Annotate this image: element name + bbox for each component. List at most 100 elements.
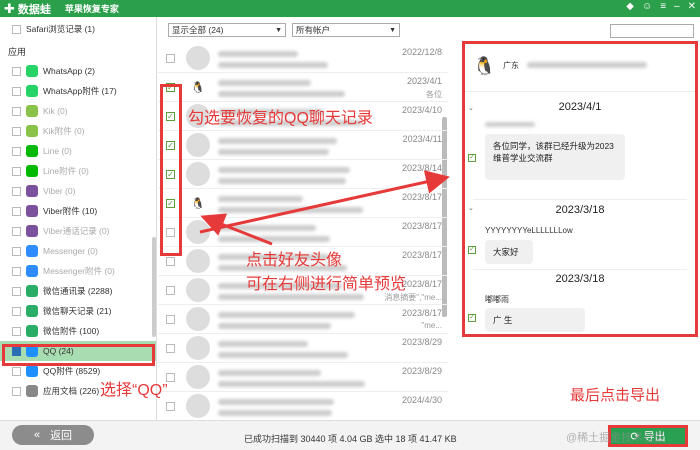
sidebar-item-label: 微信通讯录 (2288) bbox=[43, 286, 113, 296]
avatar[interactable] bbox=[186, 220, 210, 244]
watermark: @稀土掘金技术社区 bbox=[566, 432, 666, 444]
sidebar-item[interactable]: Messenger附件 (0) bbox=[0, 261, 156, 281]
list-item[interactable]: 2024/4/30 bbox=[158, 391, 448, 421]
row-checkbox[interactable] bbox=[166, 344, 175, 353]
row-date: 2023/8/17 bbox=[401, 192, 442, 202]
row-checkbox[interactable] bbox=[166, 286, 175, 295]
search-input[interactable] bbox=[610, 24, 694, 38]
checkbox[interactable] bbox=[12, 106, 21, 116]
sidebar-item[interactable]: WhatsApp附件 (17) bbox=[0, 81, 156, 101]
close-icon[interactable]: ✕ bbox=[688, 1, 696, 12]
row-date: 2023/4/11 bbox=[402, 134, 442, 144]
sidebar-item-label: 应用文档 (226) bbox=[43, 386, 100, 396]
list-item[interactable]: 2023/8/29 bbox=[158, 333, 448, 363]
sidebar-item-label: Viber通话记录 (0) bbox=[43, 226, 110, 236]
show-filter-select[interactable]: 显示全部 (24) ▼ bbox=[168, 23, 286, 37]
list-item[interactable]: ✓ 🐧 2023/8/17 bbox=[158, 188, 448, 218]
menu-icon[interactable]: ≡ bbox=[660, 1, 666, 12]
list-item[interactable]: ✓ 2023/8/14 bbox=[158, 159, 448, 189]
sidebar-item[interactable]: Line (0) bbox=[0, 141, 156, 161]
row-checkbox[interactable] bbox=[166, 257, 175, 266]
checkbox[interactable] bbox=[12, 266, 21, 276]
annotation-tick-qq: 勾选要恢复的QQ聊天记录 bbox=[188, 110, 373, 127]
sidebar-item[interactable]: 微信聊天记录 (21) bbox=[0, 301, 156, 321]
checkbox[interactable] bbox=[12, 286, 21, 296]
sidebar-item[interactable]: 微信附件 (100) bbox=[0, 321, 156, 341]
message-checkbox[interactable]: ✓ bbox=[468, 314, 476, 322]
list-item[interactable]: 2023/8/17 "me... bbox=[158, 304, 448, 334]
checkbox[interactable] bbox=[12, 166, 21, 176]
sidebar-item[interactable]: Kik附件 (0) bbox=[0, 121, 156, 141]
sidebar-item[interactable]: Viber附件 (10) bbox=[0, 201, 156, 221]
checkbox[interactable] bbox=[12, 306, 21, 316]
checkbox[interactable] bbox=[12, 126, 21, 136]
sidebar-item[interactable]: 微信通讯录 (2288) bbox=[0, 281, 156, 301]
checkbox[interactable] bbox=[12, 206, 21, 216]
sidebar-item-label: Viber (0) bbox=[43, 186, 76, 196]
checkbox[interactable] bbox=[12, 246, 21, 256]
sidebar-item[interactable]: Line附件 (0) bbox=[0, 161, 156, 181]
checkbox[interactable] bbox=[12, 366, 21, 376]
row-checkbox[interactable] bbox=[166, 315, 175, 324]
app-icon bbox=[26, 265, 38, 277]
avatar[interactable] bbox=[186, 394, 210, 418]
avatar[interactable] bbox=[186, 307, 210, 331]
sidebar-item-safari[interactable]: Safari浏览记录 (1) bbox=[0, 19, 156, 39]
avatar[interactable] bbox=[186, 46, 210, 70]
row-date: 2023/8/17 bbox=[401, 279, 442, 289]
sidebar-item-label: 微信附件 (100) bbox=[43, 326, 100, 336]
sidebar-item-label: QQ附件 (8529) bbox=[43, 366, 101, 376]
list-item[interactable]: ✓ 🐧 2023/4/1 各位 bbox=[158, 72, 448, 102]
sidebar-item[interactable]: WhatsApp (2) bbox=[0, 61, 156, 81]
avatar[interactable] bbox=[186, 336, 210, 360]
scan-status: 已成功扫描到 30440 项 4.04 GB 选中 18 项 41.47 KB bbox=[244, 434, 457, 444]
avatar[interactable] bbox=[186, 278, 210, 302]
back-button[interactable]: « 返回 bbox=[12, 425, 94, 445]
title-bar: ✚ 数据蛙 苹果恢复专家 ◆ ☺ ≡ – ✕ bbox=[0, 0, 700, 17]
account-filter-select[interactable]: 所有帐户 ▼ bbox=[292, 23, 400, 37]
sidebar-item[interactable]: Messenger (0) bbox=[0, 241, 156, 261]
avatar[interactable]: 🐧 bbox=[186, 75, 210, 99]
checkbox[interactable] bbox=[12, 86, 21, 96]
app-icon bbox=[26, 365, 38, 377]
list-item[interactable]: 2023/8/17 bbox=[158, 217, 448, 247]
checkbox[interactable] bbox=[12, 326, 21, 336]
minimize-icon[interactable]: – bbox=[674, 1, 680, 12]
app-icon bbox=[26, 85, 38, 97]
checkbox[interactable] bbox=[12, 226, 21, 236]
app-icon bbox=[26, 125, 38, 137]
checkbox[interactable] bbox=[12, 146, 21, 156]
gem-icon[interactable]: ◆ bbox=[626, 1, 634, 12]
avatar[interactable] bbox=[186, 249, 210, 273]
avatar[interactable] bbox=[186, 133, 210, 157]
message-bubble: 广 生 bbox=[485, 308, 585, 332]
row-checkbox[interactable] bbox=[166, 402, 175, 411]
checkbox[interactable] bbox=[12, 186, 21, 196]
message-bubble: 各位同学，该群已经升级为2023维普学业交流群 bbox=[485, 134, 625, 180]
sidebar-item-label: Viber附件 (10) bbox=[43, 206, 98, 216]
message-checkbox[interactable]: ✓ bbox=[468, 154, 476, 162]
row-snippet: 各位 bbox=[426, 90, 442, 99]
message-checkbox[interactable]: ✓ bbox=[468, 246, 476, 254]
user-icon[interactable]: ☺ bbox=[642, 1, 652, 12]
sidebar-item-label: Kik (0) bbox=[43, 106, 68, 116]
back-label: 返回 bbox=[50, 430, 73, 442]
checkbox[interactable] bbox=[12, 66, 21, 76]
app-icon bbox=[26, 325, 38, 337]
checkbox[interactable] bbox=[12, 386, 21, 396]
avatar[interactable] bbox=[186, 365, 210, 389]
sidebar-item[interactable]: Kik (0) bbox=[0, 101, 156, 121]
sidebar-item[interactable]: Viber (0) bbox=[0, 181, 156, 201]
date-divider: 2023/3/18 bbox=[555, 204, 605, 216]
annotation-select-qq: 选择“QQ” bbox=[100, 382, 168, 399]
list-item[interactable]: ✓ 2023/4/11 bbox=[158, 130, 448, 160]
app-icon bbox=[26, 205, 38, 217]
checkbox[interactable] bbox=[12, 24, 21, 34]
list-item[interactable]: 2023/8/29 bbox=[158, 362, 448, 392]
avatar[interactable]: 🐧 bbox=[186, 191, 210, 215]
row-checkbox[interactable] bbox=[166, 54, 175, 63]
avatar[interactable] bbox=[186, 162, 210, 186]
list-item[interactable]: 2022/12/8 bbox=[158, 43, 448, 73]
message-text: 广 生 bbox=[493, 315, 513, 325]
sidebar-item[interactable]: Viber通话记录 (0) bbox=[0, 221, 156, 241]
